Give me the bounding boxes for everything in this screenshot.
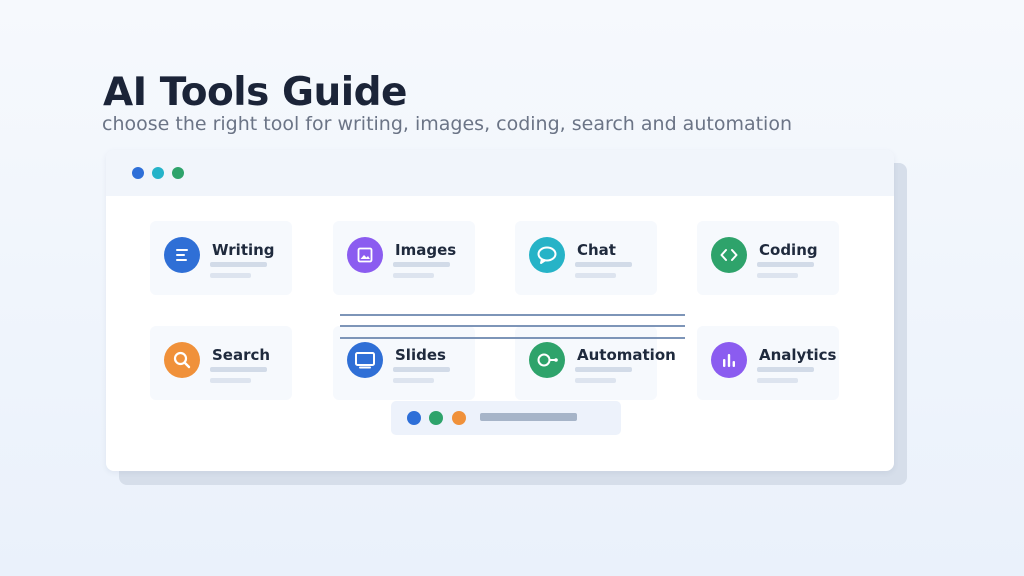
tool-label: Analytics — [759, 346, 837, 364]
tool-label: Writing — [212, 241, 275, 259]
bar-chart-icon — [711, 342, 747, 378]
connector-line — [340, 314, 685, 316]
placeholder-line — [210, 378, 251, 383]
tool-label: Search — [212, 346, 271, 364]
text-lines-icon — [164, 237, 200, 273]
placeholder-line — [393, 367, 450, 372]
connector-line — [340, 337, 685, 339]
status-dot-blue — [407, 411, 421, 425]
tool-card-images[interactable]: Images — [333, 221, 475, 295]
placeholder-line — [393, 378, 434, 383]
page-subtitle: choose the right tool for writing, image… — [102, 113, 792, 135]
placeholder-line — [210, 262, 267, 267]
placeholder-line — [393, 273, 434, 278]
page-title: AI Tools Guide — [103, 70, 407, 115]
placeholder-line — [393, 262, 450, 267]
placeholder-line — [757, 367, 814, 372]
image-icon — [347, 237, 383, 273]
tool-card-chat[interactable]: Chat — [515, 221, 657, 295]
tool-label: Chat — [577, 241, 616, 259]
window-titlebar — [106, 150, 894, 196]
tool-card-coding[interactable]: Coding — [697, 221, 839, 295]
tool-label: Images — [395, 241, 457, 259]
tool-label: Slides — [395, 346, 446, 364]
placeholder-line — [575, 262, 632, 267]
status-dot-orange — [452, 411, 466, 425]
placeholder-line — [757, 273, 798, 278]
magnifier-icon — [164, 342, 200, 378]
window-dot-blue[interactable] — [132, 167, 144, 179]
placeholder-line — [210, 273, 251, 278]
window-dot-teal[interactable] — [152, 167, 164, 179]
tool-card-writing[interactable]: Writing — [150, 221, 292, 295]
tool-label: Automation — [577, 346, 676, 364]
window-dot-green[interactable] — [172, 167, 184, 179]
tool-label: Coding — [759, 241, 818, 259]
connector-line — [340, 325, 685, 327]
placeholder-line — [480, 413, 577, 421]
tool-card-analytics[interactable]: Analytics — [697, 326, 839, 400]
placeholder-line — [575, 378, 616, 383]
tool-card-search[interactable]: Search — [150, 326, 292, 400]
bottom-status-bar — [391, 401, 621, 435]
placeholder-line — [210, 367, 267, 372]
placeholder-line — [757, 262, 814, 267]
placeholder-line — [757, 378, 798, 383]
workflow-icon — [529, 342, 565, 378]
placeholder-line — [575, 367, 632, 372]
status-dot-green — [429, 411, 443, 425]
code-brackets-icon — [711, 237, 747, 273]
placeholder-line — [575, 273, 616, 278]
chat-bubble-icon — [529, 237, 565, 273]
monitor-icon — [347, 342, 383, 378]
